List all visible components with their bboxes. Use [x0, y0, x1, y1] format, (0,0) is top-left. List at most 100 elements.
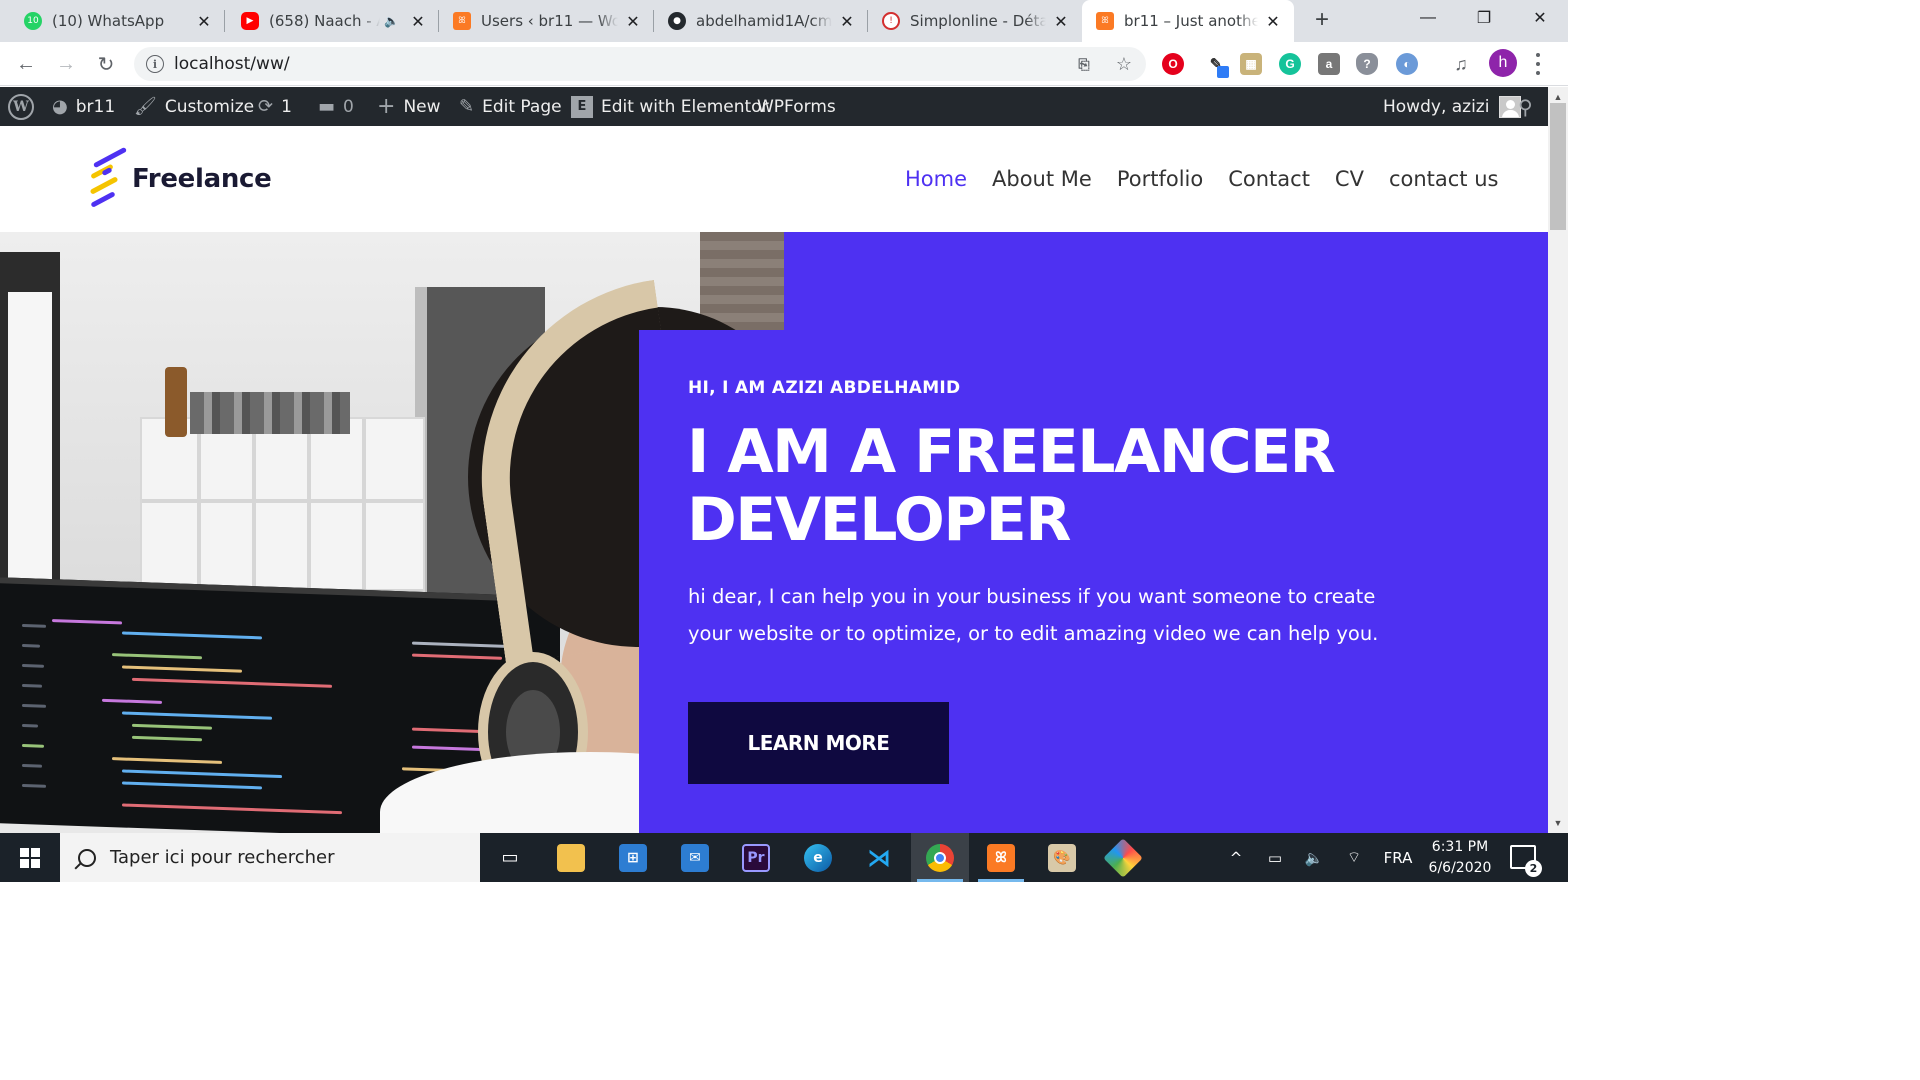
tab-github[interactable]: ● abdelhamid1A/cms-i ✕ [654, 0, 868, 42]
nav-home[interactable]: Home [905, 167, 967, 191]
nav-contact[interactable]: Contact [1228, 167, 1310, 191]
paint-palette-icon: 🎨 [1048, 843, 1076, 872]
site-header: Freelance Home About Me Portfolio Contac… [0, 126, 1548, 232]
profile-avatar[interactable]: h [1489, 49, 1517, 77]
xampp-app[interactable]: ꕤ [972, 833, 1030, 882]
translate-icon[interactable]: ⎘ [1074, 54, 1094, 74]
xampp-icon: ꕤ [987, 843, 1015, 872]
hero-section: HI, I AM AZIZI ABDELHAMID I AM A FREELAN… [0, 232, 1548, 833]
premiere-pro-icon: Pr [742, 843, 770, 872]
forward-button[interactable]: → [52, 50, 80, 78]
chrome-app[interactable] [911, 833, 969, 882]
wordpress-logo-menu[interactable]: W [8, 87, 34, 126]
color-picker-extension-icon[interactable]: ✎ [1205, 53, 1229, 78]
adminbar-new[interactable]: + New [377, 87, 441, 126]
close-icon[interactable]: ✕ [624, 12, 642, 31]
close-icon[interactable]: ✕ [409, 12, 427, 31]
new-tab-button[interactable]: + [1308, 6, 1336, 34]
store-bag-icon: ⊞ [619, 843, 647, 872]
file-explorer-app[interactable] [542, 833, 600, 882]
hero-headline-line-1: I AM A FREELANCER [687, 417, 1336, 487]
extension-icon[interactable]: ◐ [1396, 53, 1418, 75]
paint-app[interactable]: 🎨 [1033, 833, 1091, 882]
audio-playing-icon[interactable]: 🔈 [384, 14, 399, 28]
adminbar-wpforms[interactable]: WPForms [757, 87, 836, 126]
battery-icon[interactable]: ▭ [1262, 833, 1288, 882]
close-icon[interactable]: ✕ [1264, 12, 1282, 31]
input-language[interactable]: FRA [1378, 833, 1418, 882]
logo-text: Freelance [132, 164, 272, 194]
nav-cv[interactable]: CV [1335, 167, 1364, 191]
tab-title: Simplonline - Détails [910, 12, 1046, 30]
bookmark-star-icon[interactable]: ☆ [1114, 54, 1134, 74]
nav-about-me[interactable]: About Me [992, 167, 1092, 191]
nav-portfolio[interactable]: Portfolio [1117, 167, 1203, 191]
url-text[interactable]: localhost/ww/ [174, 54, 290, 74]
xampp-icon: ꕤ [453, 12, 471, 30]
reload-button[interactable]: ↻ [92, 50, 120, 78]
adminbar-search[interactable]: ⚲ [1518, 87, 1533, 126]
scrollbar-thumb[interactable] [1550, 103, 1566, 230]
back-button[interactable]: ← [12, 50, 40, 78]
close-icon[interactable]: ✕ [195, 12, 213, 31]
browser-tab-strip: 10 (10) WhatsApp ✕ ▶ (658) Naach - Ac 🔈 … [0, 0, 1568, 42]
opera-adblock-extension-icon[interactable]: O [1162, 53, 1184, 75]
tab-users-wordpress[interactable]: ꕤ Users ‹ br11 — Word ✕ [439, 0, 654, 42]
wp-admin-bar: W ◕ br11 🖌 Customize ⟳ 1 ▬ 0 + New ✎ Edi… [0, 87, 1548, 126]
hero-content-panel: HI, I AM AZIZI ABDELHAMID I AM A FREELAN… [639, 330, 1548, 833]
adminbar-site-name[interactable]: ◕ br11 [52, 87, 115, 126]
folder-icon [557, 843, 585, 872]
show-hidden-icons-button[interactable]: ^ [1224, 833, 1248, 882]
updates-icon: ⟳ [258, 96, 274, 117]
adminbar-updates[interactable]: ⟳ 1 [258, 87, 292, 126]
minimize-button[interactable]: — [1400, 0, 1456, 36]
chrome-menu-icon[interactable] [1534, 51, 1542, 77]
close-window-button[interactable]: ✕ [1512, 0, 1568, 36]
snip-tool-app[interactable] [1094, 833, 1152, 882]
shield-extension-icon[interactable]: ? [1356, 53, 1378, 75]
browser-toolbar: ← → ↻ i localhost/ww/ ⎘ ☆ O ✎ ▦ G a ? ◐ … [0, 42, 1568, 86]
tab-simplonline[interactable]: ! Simplonline - Détails ✕ [868, 0, 1082, 42]
page-scrollbar[interactable]: ▲ ▼ [1548, 87, 1568, 833]
grammarly-extension-icon[interactable]: G [1279, 53, 1301, 75]
taskbar-clock[interactable]: 6:31 PM 6/6/2020 [1424, 837, 1496, 879]
clock-date: 6/6/2020 [1428, 860, 1492, 876]
edge-app[interactable]: e [789, 833, 847, 882]
volume-icon[interactable]: 🔈 [1302, 833, 1326, 882]
adminbar-my-account[interactable]: Howdy, azizi [1383, 87, 1522, 126]
search-icon: ⚲ [1518, 94, 1533, 119]
nav-contact-us[interactable]: contact us [1389, 167, 1499, 191]
scroll-down-arrow-icon[interactable]: ▼ [1548, 815, 1568, 831]
restore-button[interactable]: ❐ [1456, 0, 1512, 36]
adminbar-edit-elementor[interactable]: E Edit with Elementor [571, 87, 769, 126]
wordpress-icon: W [8, 93, 34, 120]
youtube-icon: ▶ [241, 12, 259, 30]
site-logo[interactable]: Freelance [88, 146, 272, 210]
address-bar[interactable]: i localhost/ww/ ⎘ ☆ [134, 47, 1146, 81]
taskbar-search-box[interactable]: Taper ici pour rechercher [60, 833, 480, 882]
mail-app[interactable]: ✉ [666, 833, 724, 882]
tab-whatsapp[interactable]: 10 (10) WhatsApp ✕ [0, 0, 225, 42]
mail-icon: ✉ [681, 843, 709, 872]
screenshot-extension-icon[interactable]: ▦ [1240, 53, 1262, 75]
adminbar-edit-page[interactable]: ✎ Edit Page [459, 87, 562, 126]
site-info-icon[interactable]: i [146, 55, 164, 73]
microsoft-store-app[interactable]: ⊞ [604, 833, 662, 882]
wifi-icon[interactable]: ⌔ [1342, 833, 1366, 882]
learn-more-button[interactable]: LEARN MORE [688, 702, 949, 784]
close-icon[interactable]: ✕ [1052, 12, 1070, 31]
plus-icon: + [377, 94, 396, 119]
media-control-icon[interactable]: ♫ [1450, 53, 1472, 75]
task-view-button[interactable]: ▭ [481, 833, 539, 882]
vscode-app[interactable]: ⋊ [850, 833, 908, 882]
adminbar-comments[interactable]: ▬ 0 [318, 87, 354, 126]
start-button[interactable] [0, 833, 60, 882]
close-icon[interactable]: ✕ [838, 12, 856, 31]
hero-description: hi dear, I can help you in your business… [688, 585, 1379, 645]
adminbar-customize[interactable]: 🖌 Customize [134, 87, 254, 126]
premiere-pro-app[interactable]: Pr [727, 833, 785, 882]
bag-extension-icon[interactable]: a [1318, 53, 1340, 75]
hero-headline-line-2: DEVELOPER [687, 485, 1071, 555]
tab-br11-active[interactable]: ꕤ br11 – Just another W ✕ [1082, 0, 1294, 42]
tab-youtube[interactable]: ▶ (658) Naach - Ac 🔈 ✕ [225, 0, 439, 42]
